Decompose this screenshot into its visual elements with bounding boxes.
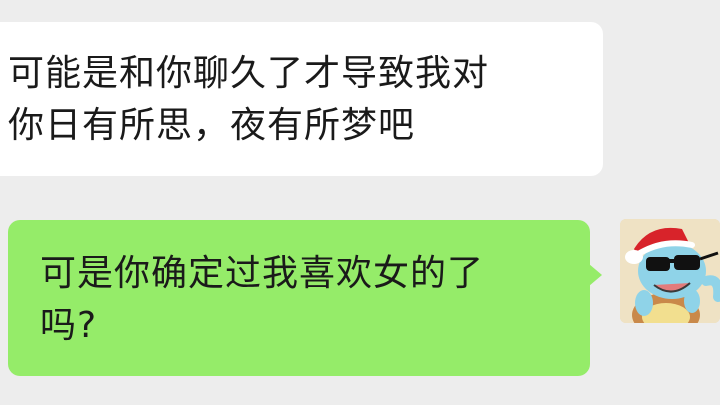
received-message-line: 你日有所思，夜有所梦吧	[8, 105, 416, 146]
sent-bubble-tail	[589, 264, 602, 286]
user-avatar[interactable]	[620, 219, 720, 323]
squirtle-avatar-icon	[620, 219, 720, 323]
sent-message-line: 吗?	[40, 305, 98, 346]
received-message-text: 可能是和你聊久了才导致我对 你日有所思，夜有所梦吧	[8, 48, 587, 152]
sent-message-line: 可是你确定过我喜欢女的了	[40, 253, 485, 294]
received-message-bubble[interactable]: 可能是和你聊久了才导致我对 你日有所思，夜有所梦吧	[0, 22, 603, 176]
chat-area: 可能是和你聊久了才导致我对 你日有所思，夜有所梦吧 可是你确定过我喜欢女的了 吗…	[0, 0, 720, 405]
sent-message-text: 可是你确定过我喜欢女的了 吗?	[40, 248, 570, 352]
sent-message-bubble[interactable]: 可是你确定过我喜欢女的了 吗?	[8, 220, 602, 376]
received-message-line: 可能是和你聊久了才导致我对	[8, 53, 490, 94]
